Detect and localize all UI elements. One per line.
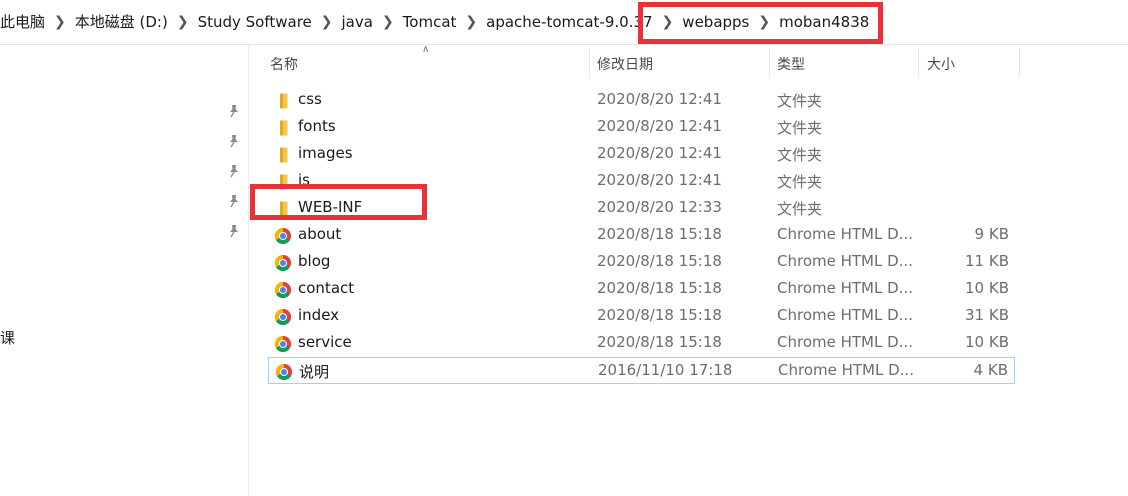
file-date-modified: 2020/8/20 12:33 bbox=[597, 198, 722, 216]
chevron-right-icon[interactable]: ❯ bbox=[321, 14, 333, 30]
file-type: 文件夹 bbox=[777, 92, 823, 110]
chevron-right-icon[interactable]: ❯ bbox=[54, 14, 66, 30]
column-divider[interactable] bbox=[769, 48, 770, 78]
file-size: 9 KB bbox=[974, 225, 1009, 243]
breadcrumb-item-study-software[interactable]: Study Software bbox=[198, 13, 312, 31]
file-type: Chrome HTML D... bbox=[777, 279, 913, 297]
pin-icon bbox=[230, 195, 238, 208]
pin-icon bbox=[230, 105, 238, 118]
breadcrumb-item-java[interactable]: java bbox=[342, 13, 373, 31]
file-row[interactable]: contact 2020/8/18 15:18 Chrome HTML D... 10… bbox=[268, 276, 1015, 303]
column-header-type[interactable]: 类型 bbox=[777, 54, 805, 74]
file-name: 说明 bbox=[299, 363, 330, 381]
file-name: service bbox=[298, 333, 352, 351]
file-row[interactable]: service 2020/8/18 15:18 Chrome HTML D... 10… bbox=[268, 330, 1015, 357]
file-size: 11 KB bbox=[965, 252, 1009, 270]
file-type: Chrome HTML D... bbox=[778, 361, 914, 379]
column-divider[interactable] bbox=[589, 48, 590, 78]
pin-icon bbox=[230, 165, 238, 178]
column-header-bar: ∧ 名称 修改日期 类型 大小 bbox=[248, 44, 1128, 80]
folder-icon bbox=[274, 146, 292, 164]
breadcrumb-item-tomcat[interactable]: Tomcat bbox=[403, 13, 457, 31]
nav-item-partial-label[interactable]: 课 bbox=[0, 327, 15, 348]
file-date-modified: 2020/8/18 15:18 bbox=[597, 225, 722, 243]
column-divider[interactable] bbox=[1019, 48, 1020, 78]
column-divider[interactable] bbox=[918, 48, 919, 78]
file-date-modified: 2020/8/20 12:41 bbox=[597, 117, 722, 135]
breadcrumb-item-apache-tomcat[interactable]: apache-tomcat-9.0.37 bbox=[486, 13, 652, 31]
pin-icon bbox=[230, 225, 238, 238]
file-size: 4 KB bbox=[973, 361, 1008, 379]
pin-icon bbox=[230, 135, 238, 148]
file-name: css bbox=[298, 90, 322, 108]
chrome-icon bbox=[274, 335, 292, 353]
file-date-modified: 2020/8/18 15:18 bbox=[597, 333, 722, 351]
chevron-right-icon[interactable]: ❯ bbox=[177, 14, 189, 30]
chrome-icon bbox=[275, 363, 293, 381]
address-bar[interactable]: 此电脑 ❯ 本地磁盘 (D:) ❯ Study Software ❯ java … bbox=[0, 0, 1128, 45]
column-header-size[interactable]: 大小 bbox=[927, 54, 955, 74]
file-type: Chrome HTML D... bbox=[777, 306, 913, 324]
file-row[interactable]: css 2020/8/20 12:41 文件夹 bbox=[268, 87, 1015, 114]
file-date-modified: 2020/8/20 12:41 bbox=[597, 90, 722, 108]
chevron-right-icon[interactable]: ❯ bbox=[382, 14, 394, 30]
file-row[interactable]: 说明 2016/11/10 17:18 Chrome HTML D... 4 KB bbox=[268, 357, 1015, 384]
file-date-modified: 2020/8/20 12:41 bbox=[597, 171, 722, 189]
column-header-name[interactable]: 名称 bbox=[270, 54, 298, 74]
file-type: Chrome HTML D... bbox=[777, 225, 913, 243]
file-row[interactable]: index 2020/8/18 15:18 Chrome HTML D... 31 K… bbox=[268, 303, 1015, 330]
file-date-modified: 2020/8/18 15:18 bbox=[597, 252, 722, 270]
file-type: 文件夹 bbox=[777, 119, 823, 137]
file-row[interactable]: about 2020/8/18 15:18 Chrome HTML D... 9 KB bbox=[268, 222, 1015, 249]
file-date-modified: 2020/8/18 15:18 bbox=[597, 306, 722, 324]
file-type: 文件夹 bbox=[777, 146, 823, 164]
file-name: blog bbox=[298, 252, 331, 270]
file-type: 文件夹 bbox=[777, 200, 823, 218]
breadcrumb-item-local-disk[interactable]: 本地磁盘 (D:) bbox=[75, 11, 168, 32]
file-type: Chrome HTML D... bbox=[777, 333, 913, 351]
file-size: 31 KB bbox=[965, 306, 1009, 324]
file-name: about bbox=[298, 225, 342, 243]
sort-ascending-icon: ∧ bbox=[422, 44, 430, 55]
highlight-box-web-inf bbox=[250, 184, 427, 220]
file-row[interactable]: images 2020/8/20 12:41 文件夹 bbox=[268, 141, 1015, 168]
file-name: fonts bbox=[298, 117, 336, 135]
chrome-icon bbox=[274, 281, 292, 299]
file-date-modified: 2020/8/18 15:18 bbox=[597, 279, 722, 297]
file-date-modified: 2016/11/10 17:18 bbox=[598, 361, 733, 379]
file-type: Chrome HTML D... bbox=[777, 252, 913, 270]
column-header-date[interactable]: 修改日期 bbox=[597, 54, 653, 74]
file-row[interactable]: fonts 2020/8/20 12:41 文件夹 bbox=[268, 114, 1015, 141]
folder-icon bbox=[274, 92, 292, 110]
file-type: 文件夹 bbox=[777, 173, 823, 191]
breadcrumb-item-this-pc[interactable]: 此电脑 bbox=[0, 11, 45, 32]
file-date-modified: 2020/8/20 12:41 bbox=[597, 144, 722, 162]
chrome-icon bbox=[274, 227, 292, 245]
chevron-right-icon[interactable]: ❯ bbox=[465, 14, 477, 30]
chrome-icon bbox=[274, 308, 292, 326]
file-name: index bbox=[298, 306, 340, 324]
file-name: images bbox=[298, 144, 353, 162]
file-size: 10 KB bbox=[965, 279, 1009, 297]
highlight-box-path bbox=[638, 2, 883, 44]
file-name: contact bbox=[298, 279, 355, 297]
chrome-icon bbox=[274, 254, 292, 272]
navigation-pane: 课 bbox=[0, 44, 249, 496]
folder-icon bbox=[274, 119, 292, 137]
file-size: 10 KB bbox=[965, 333, 1009, 351]
file-list: css 2020/8/20 12:41 文件夹 fonts 2020/8/20 12:4… bbox=[268, 87, 1016, 384]
file-row[interactable]: blog 2020/8/18 15:18 Chrome HTML D... 11 KB bbox=[268, 249, 1015, 276]
